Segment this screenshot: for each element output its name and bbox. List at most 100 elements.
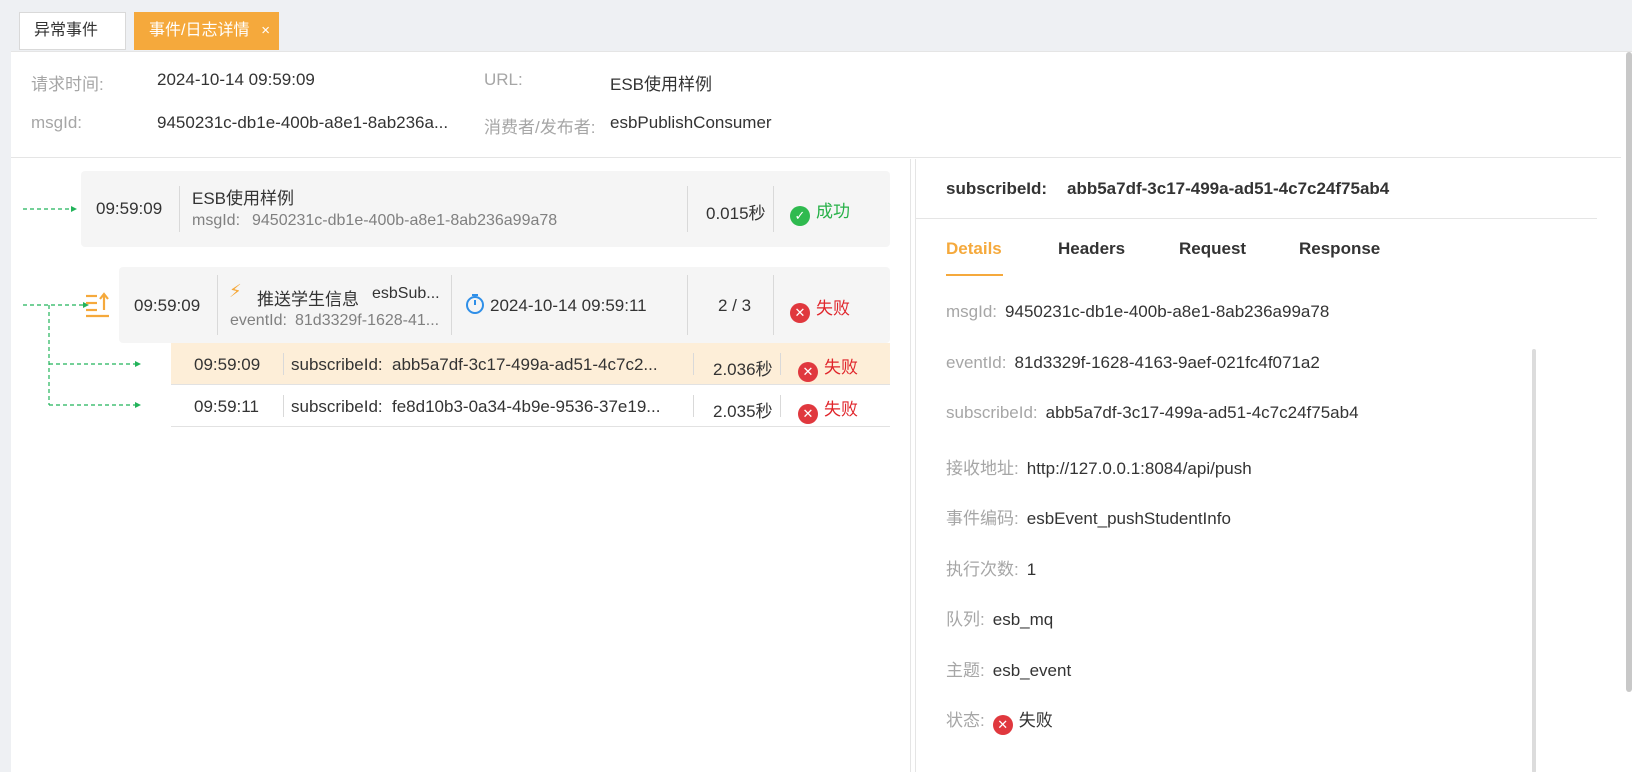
detail-row-queue: 队列: esb_mq [946, 605, 1053, 630]
tab-event-log-detail[interactable]: 事件/日志详情 × [134, 12, 279, 50]
detail-row-topic: 主题: esb_event [946, 656, 1071, 681]
tab-request[interactable]: Request [1179, 239, 1246, 259]
event-publisher: esbSub... [372, 285, 440, 302]
row-value: 81d3329f-1628-4163-9aef-021fc4f071a2 [1014, 353, 1320, 372]
divider [780, 395, 781, 417]
main-content: 请求时间: 2024-10-14 09:59:09 URL: ESB使用样例 m… [11, 51, 1632, 772]
event-time: 09:59:09 [134, 296, 201, 315]
active-tab-indicator [946, 274, 1003, 276]
tab-headers[interactable]: Headers [1058, 239, 1125, 259]
row-key: subscribeId: [946, 403, 1038, 422]
detail-scrollbar[interactable] [1532, 349, 1536, 772]
sub-status: ✕ 失败 [798, 353, 858, 382]
request-msgid: 9450231c-db1e-400b-a8e1-8ab236a99a78 [252, 212, 558, 229]
event-status: ✕ 失败 [790, 294, 850, 323]
fail-x-icon: ✕ [798, 404, 818, 424]
row-key: 主题: [946, 661, 985, 680]
detail-row-msgid: msgId: 9450231c-db1e-400b-a8e1-8ab236a99a… [946, 302, 1329, 322]
row-key: 队列: [946, 610, 985, 629]
row-value: esb_event [992, 661, 1072, 680]
sub-duration: 2.036秒 [713, 360, 773, 379]
sub-id: fe8d10b3-0a34-4b9e-9536-37e19... [392, 397, 661, 416]
sub-time: 09:59:11 [194, 397, 259, 416]
detail-row-subscribeid: subscribeId: abb5a7df-3c17-499a-ad51-4c7c… [946, 403, 1359, 423]
row-key: 状态: [946, 711, 985, 730]
divider [687, 186, 688, 232]
detail-row-exec-count: 执行次数: 1 [946, 555, 1036, 580]
timer-icon [464, 293, 490, 319]
row-value: esbEvent_pushStudentInfo [1026, 509, 1231, 528]
msgid-label: msgId: [31, 113, 83, 132]
divider [451, 275, 452, 335]
arrow-head [135, 402, 141, 408]
tab-response[interactable]: Response [1299, 239, 1380, 259]
fail-x-icon: ✕ [798, 362, 818, 382]
tab-label: 事件/日志详情 [149, 22, 250, 39]
tab-bar: 异常事件 事件/日志详情 × [0, 0, 1632, 52]
divider [179, 186, 180, 232]
status-text: 成功 [816, 202, 850, 221]
divider [780, 353, 781, 375]
page-scrollbar[interactable] [1626, 52, 1632, 692]
eventid-label: eventId: [230, 312, 287, 329]
detail-panel: subscribeId: abb5a7df-3c17-499a-ad51-4c7… [915, 159, 1597, 772]
tab-details[interactable]: Details [946, 239, 1002, 259]
sub-label: subscribeId: [291, 397, 383, 416]
request-time: 09:59:09 [96, 199, 163, 218]
request-msgid-label: msgId: [192, 212, 241, 229]
arrow-head [71, 206, 77, 212]
divider [773, 186, 774, 232]
status-text: 失败 [816, 299, 850, 318]
sub-duration: 2.035秒 [713, 402, 773, 421]
consumer-label: 消费者/发布者: [484, 118, 596, 137]
detail-row-status: 状态: ✕ 失败 [946, 706, 1053, 735]
lightning-icon: ⚡ [229, 281, 242, 301]
sub-time: 09:59:09 [194, 355, 261, 374]
divider [693, 395, 694, 417]
row-key: eventId: [946, 353, 1007, 372]
detail-header-label: subscribeId: [946, 179, 1048, 198]
row-key: msgId: [946, 302, 998, 321]
fail-x-icon: ✕ [992, 715, 1013, 735]
row-value: http://127.0.0.1:8084/api/push [1026, 459, 1252, 478]
request-duration: 0.015秒 [706, 204, 766, 223]
fail-x-icon: ✕ [790, 303, 810, 323]
divider [687, 275, 688, 335]
close-icon[interactable]: × [261, 13, 270, 49]
success-check-icon: ✓ [790, 206, 810, 226]
sub-id: abb5a7df-3c17-499a-ad51-4c7c2... [392, 355, 658, 374]
eventid-value: 81d3329f-1628-41... [295, 312, 440, 329]
subscription-row[interactable]: 09:59:11 subscribeId: fe8d10b3-0a34-4b9e… [171, 385, 890, 427]
status-text: 失败 [824, 358, 858, 377]
request-status: ✓ 成功 [790, 197, 850, 226]
row-key: 事件编码: [946, 509, 1019, 528]
consumer-value: esbPublishConsumer [610, 113, 772, 132]
detail-row-eventid: eventId: 81d3329f-1628-4163-9aef-021fc4f0… [946, 353, 1320, 373]
detail-header: subscribeId: abb5a7df-3c17-499a-ad51-4c7… [916, 159, 1597, 219]
row-value: 1 [1026, 560, 1037, 579]
divider [283, 353, 284, 375]
url-value: ESB使用样例 [610, 75, 713, 94]
event-card[interactable]: 09:59:09 ⚡ 推送学生信息 esbSub... eventId: 81d… [119, 267, 890, 343]
request-time-value: 2024-10-14 09:59:09 [157, 70, 315, 89]
row-value: abb5a7df-3c17-499a-ad51-4c7c24f75ab4 [1045, 403, 1359, 422]
request-title: ESB使用样例 [192, 189, 295, 208]
tab-exception-events[interactable]: 异常事件 [19, 12, 126, 50]
status-text: 失败 [824, 400, 858, 419]
request-info: 请求时间: 2024-10-14 09:59:09 URL: ESB使用样例 m… [11, 52, 1621, 158]
subscription-row[interactable]: 09:59:09 subscribeId: abb5a7df-3c17-499a… [171, 343, 890, 385]
row-value: esb_mq [992, 610, 1054, 629]
row-key: 执行次数: [946, 560, 1019, 579]
divider [773, 275, 774, 335]
url-label: URL: [484, 70, 523, 89]
divider [283, 395, 284, 417]
detail-header-value: abb5a7df-3c17-499a-ad51-4c7c24f75ab4 [1067, 179, 1390, 198]
event-name: 推送学生信息 [257, 290, 359, 309]
request-card[interactable]: 09:59:09 ESB使用样例 msgId: 9450231c-db1e-40… [81, 171, 890, 247]
trace-panel: 09:59:09 ESB使用样例 msgId: 9450231c-db1e-40… [11, 159, 911, 772]
row-value: 9450231c-db1e-400b-a8e1-8ab236a99a78 [1005, 302, 1330, 321]
row-value: 失败 [1018, 711, 1053, 730]
divider [693, 353, 694, 375]
arrow-head [135, 361, 141, 367]
sub-status: ✕ 失败 [798, 395, 858, 424]
